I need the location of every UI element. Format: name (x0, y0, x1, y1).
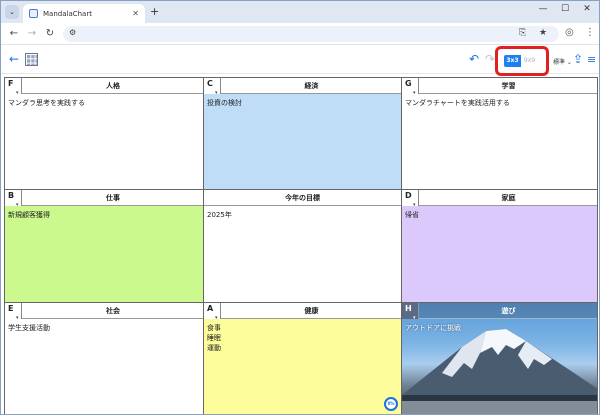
cell-text[interactable]: 投資の検討 (207, 98, 398, 108)
cell-text[interactable]: 2025年 (207, 210, 398, 220)
cell-title: 健康 (304, 307, 319, 315)
cell-b[interactable]: B ▾ 仕事 新規顧客獲得 (5, 190, 204, 303)
cell-header: F ▾ 人格 (5, 78, 203, 96)
tab-title: MandalaChart (43, 9, 92, 18)
cell-text[interactable]: 学生支援活動 (8, 323, 200, 333)
browser-toolbar: ← → ↻ ⚙ ⎘ ★ ◎ ⋮ (1, 23, 599, 45)
cell-text[interactable]: アウトドアに挑戦 (405, 323, 594, 333)
close-window-button[interactable]: ✕ (579, 4, 595, 14)
chevron-down-icon[interactable]: ⌄ (5, 5, 19, 19)
mountain-photo (402, 303, 597, 414)
cell-e[interactable]: E ▾ 社会 学生支援活動 (5, 303, 204, 414)
cell-header: H ▾ 遊び (402, 303, 597, 321)
cell-letter[interactable]: E ▾ (5, 303, 22, 321)
star-icon[interactable]: ★ (539, 28, 547, 38)
arrow-right-icon[interactable]: → (25, 27, 39, 41)
cell-title: 社会 (106, 307, 120, 315)
maximize-button[interactable]: ☐ (557, 4, 573, 14)
cell-g[interactable]: G ▾ 学習 マンダラチャートを実践活用する (402, 78, 598, 190)
cell-header: D ▾ 家庭 (402, 190, 597, 208)
cell-title: 家庭 (501, 194, 516, 202)
cell-header: A ▾ 健康 (204, 303, 401, 321)
cell-letter[interactable]: H ▾ (402, 303, 419, 321)
mandala-grid: F ▾ 人格 マンダラ思考を実践する C ▾ 経済 投資の検討 G ▾ 学習 マンダラ… (4, 77, 598, 414)
cell-letter[interactable]: D ▾ (402, 190, 419, 208)
mode-select[interactable]: 標準 ⌄ (553, 57, 572, 66)
cell-letter[interactable]: C ▾ (204, 78, 221, 96)
arrow-left-icon[interactable]: ← (7, 27, 21, 41)
cell-h[interactable]: H ▾ 遊び アウトドアに挑戦 (402, 303, 598, 414)
address-bar[interactable]: ⚙ ⎘ ★ (63, 26, 559, 42)
cell-text[interactable]: 帰省 (405, 210, 594, 220)
cell-a[interactable]: A ▾ 健康 食事 睡眠 運動 0% (204, 303, 402, 414)
close-icon[interactable]: ✕ (132, 9, 139, 18)
cell-text[interactable]: 新規顧客獲得 (8, 210, 200, 220)
cell-header: 今年の目標 (204, 190, 401, 206)
cell-header: B ▾ 仕事 (5, 190, 203, 208)
cell-c[interactable]: C ▾ 経済 投資の検討 (204, 78, 402, 190)
cell-d[interactable]: D ▾ 家庭 帰省 (402, 190, 598, 303)
tab-strip: ⌄ MandalaChart ✕ + — ☐ ✕ (1, 1, 599, 23)
minimize-button[interactable]: — (535, 4, 551, 14)
arrow-left-icon[interactable]: ← (9, 52, 19, 66)
cell-text[interactable]: マンダラチャートを実践活用する (405, 98, 594, 108)
cell-text[interactable]: 食事 睡眠 運動 (207, 323, 398, 353)
extension-icon[interactable]: ◎ (565, 27, 574, 38)
redo-icon[interactable]: ↷ (485, 52, 495, 66)
cell-title: 人格 (106, 82, 120, 90)
cell-letter[interactable]: B ▾ (5, 190, 22, 208)
mount-fuji-image (402, 329, 597, 414)
cell-f[interactable]: F ▾ 人格 マンダラ思考を実践する (5, 78, 204, 190)
cell-title: 仕事 (106, 194, 120, 202)
new-tab-button[interactable]: + (150, 5, 159, 18)
cell-text[interactable]: マンダラ思考を実践する (8, 98, 200, 108)
browser-tab[interactable]: MandalaChart ✕ (23, 4, 145, 23)
cell-title: 遊び (501, 307, 516, 315)
cell-center[interactable]: 今年の目標 2025年 (204, 190, 402, 303)
cell-title: 経済 (304, 82, 319, 90)
cell-title: 学習 (501, 82, 516, 90)
reload-icon[interactable]: ↻ (43, 27, 57, 41)
tune-icon[interactable]: ⚙ (69, 28, 76, 37)
cell-letter[interactable]: A ▾ (204, 303, 221, 321)
install-icon[interactable]: ⎘ (519, 28, 526, 38)
cell-letter[interactable]: F ▾ (5, 78, 22, 96)
cell-title: 今年の目標 (285, 194, 320, 202)
undo-icon[interactable]: ↶ (469, 52, 479, 66)
hamburger-icon[interactable]: ≡ (587, 53, 596, 66)
kebab-icon[interactable]: ⋮ (585, 27, 595, 38)
browser-window: ⌄ MandalaChart ✕ + — ☐ ✕ ← → ↻ ⚙ ⎘ ★ ◎ ⋮… (0, 0, 600, 415)
cell-header: G ▾ 学習 (402, 78, 597, 96)
mandala-logo-icon (25, 53, 38, 66)
cell-header: C ▾ 経済 (204, 78, 401, 96)
cell-header: E ▾ 社会 (5, 303, 203, 321)
favicon-icon (29, 9, 38, 18)
cell-letter[interactable]: G ▾ (402, 78, 419, 96)
highlight-box (495, 46, 549, 76)
progress-badge[interactable]: 0% (384, 397, 398, 411)
share-icon[interactable]: ⇪ (573, 52, 583, 66)
